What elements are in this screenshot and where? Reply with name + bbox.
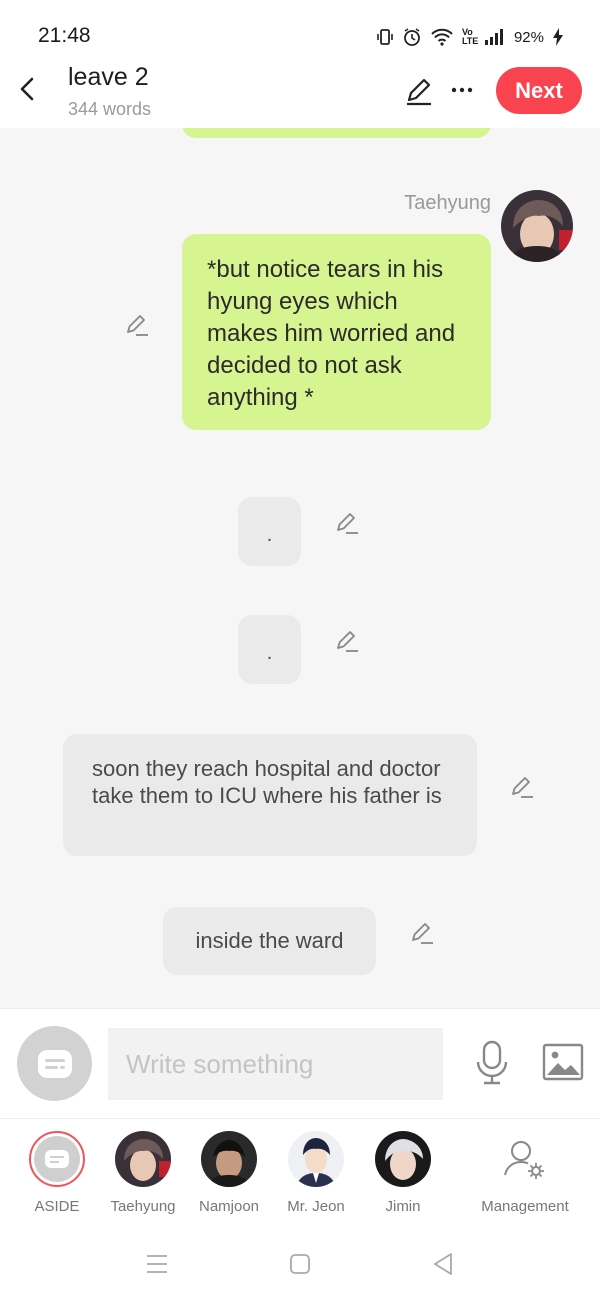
pencil-icon[interactable] (408, 919, 436, 947)
status-time: 21:48 (38, 24, 91, 47)
vibrate-icon (377, 29, 393, 45)
avatar[interactable] (501, 190, 573, 262)
character-taehyung[interactable]: Taehyung (98, 1131, 188, 1215)
avatar (288, 1131, 344, 1187)
character-namjoon[interactable]: Namjoon (184, 1131, 274, 1215)
character-jimin[interactable]: Jimin (358, 1131, 448, 1215)
message-icon (37, 1049, 72, 1078)
message-composer (0, 1008, 600, 1118)
sender-name: Taehyung (404, 192, 491, 214)
more-icon[interactable] (449, 77, 475, 103)
wifi-icon (431, 28, 453, 46)
avatar (201, 1131, 257, 1187)
message-input[interactable] (108, 1028, 443, 1100)
narration-bubble[interactable]: . (238, 615, 301, 684)
previous-message-bubble[interactable] (182, 128, 491, 138)
narration-bubble[interactable]: inside the ward (163, 907, 376, 975)
pencil-icon[interactable] (333, 509, 361, 537)
character-label: ASIDE (34, 1198, 80, 1215)
message-bubble[interactable]: *but notice tears in his hyung eyes whic… (182, 234, 491, 430)
avatar (115, 1131, 171, 1187)
alarm-icon (404, 28, 420, 46)
avatar (29, 1131, 85, 1187)
next-button[interactable]: Next (496, 67, 582, 114)
management-button[interactable]: Management (470, 1131, 580, 1215)
avatar (375, 1131, 431, 1187)
message-icon (45, 1150, 69, 1168)
pencil-icon[interactable] (508, 773, 536, 801)
user-settings-icon (497, 1131, 553, 1187)
narration-bubble[interactable]: soon they reach hospital and doctor take… (63, 734, 477, 856)
image-icon[interactable] (542, 1043, 584, 1081)
aside-toggle-button[interactable] (17, 1026, 92, 1101)
chat-area[interactable]: Taehyung *but notice tears in his hyung … (0, 128, 600, 1008)
lte-label: Vo LTE (461, 27, 479, 46)
character-label: Namjoon (198, 1198, 260, 1215)
character-label: Taehyung (110, 1198, 176, 1215)
narration-bubble[interactable]: . (238, 497, 301, 566)
character-bar: ASIDE Taehyung Namjoon Mr. Jeon Jimin Ma… (0, 1118, 600, 1228)
status-icons: Vo LTE 92% (376, 24, 564, 50)
system-navigation-bar (0, 1228, 600, 1300)
charging-icon (553, 28, 563, 46)
app-header: leave 2 344 words Next (0, 60, 600, 128)
word-count: 344 words (68, 99, 152, 119)
back-triangle-icon[interactable] (429, 1250, 457, 1278)
character-label: Mr. Jeon (287, 1198, 345, 1215)
menu-icon[interactable] (143, 1250, 171, 1278)
battery-level: 92% (513, 28, 544, 46)
signal-icon (484, 29, 503, 45)
back-icon[interactable] (14, 72, 40, 106)
status-bar: 21:48 Vo LTE 92% (0, 0, 600, 60)
home-square-icon[interactable] (286, 1250, 314, 1278)
pencil-icon[interactable] (333, 627, 361, 655)
character-label: Management (481, 1198, 569, 1215)
character-mr-jeon[interactable]: Mr. Jeon (271, 1131, 361, 1215)
microphone-icon[interactable] (474, 1040, 510, 1086)
pencil-icon[interactable] (123, 311, 151, 339)
pencil-icon[interactable] (403, 75, 435, 107)
character-label: Jimin (385, 1198, 421, 1215)
page-title: leave 2 (68, 63, 149, 91)
character-aside[interactable]: ASIDE (12, 1131, 102, 1215)
